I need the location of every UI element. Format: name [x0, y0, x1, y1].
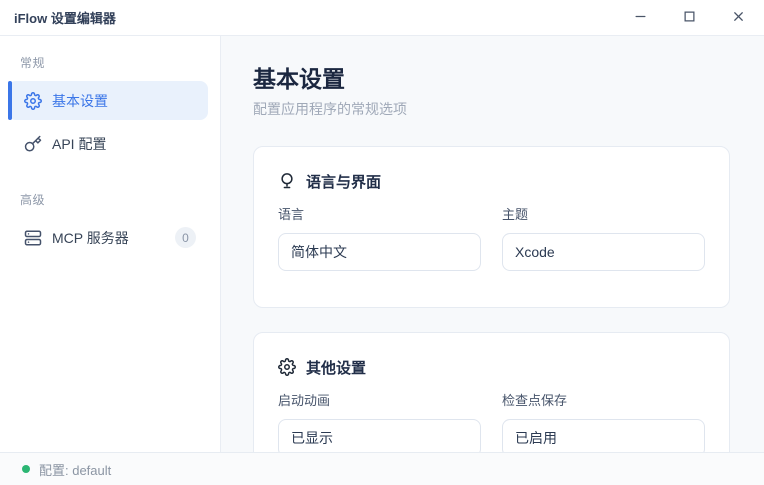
- window-title: iFlow 设置编辑器: [14, 8, 116, 27]
- field-startup-animation: 启动动画 已显示: [278, 393, 481, 452]
- sidebar-item-label: MCP 服务器: [52, 228, 129, 248]
- sidebar-item-label: API 配置: [52, 134, 106, 154]
- mcp-count-badge: 0: [175, 227, 196, 248]
- card-title: 其他设置: [306, 357, 366, 378]
- maximize-icon: [682, 9, 697, 27]
- field-language: 语言 简体中文: [278, 207, 481, 271]
- sidebar-section-general: 常规: [20, 54, 220, 71]
- sidebar-item-basic-settings[interactable]: 基本设置: [8, 81, 208, 120]
- fields-grid: 启动动画 已显示 检查点保存 已启用: [278, 393, 705, 452]
- titlebar: iFlow 设置编辑器: [0, 0, 764, 36]
- card-header: 语言与界面: [278, 171, 705, 191]
- status-dot: [22, 465, 30, 473]
- gear-icon: [278, 358, 296, 376]
- close-icon: [731, 9, 746, 27]
- fields-grid: 语言 简体中文 主题 Xcode: [278, 207, 705, 271]
- close-button[interactable]: [714, 0, 763, 35]
- card-header: 其他设置: [278, 357, 705, 377]
- card-title: 语言与界面: [306, 171, 381, 192]
- window-controls: [616, 0, 764, 35]
- checkpoint-save-select[interactable]: 已启用: [502, 419, 705, 452]
- minimize-button[interactable]: [616, 0, 665, 35]
- sidebar-section-advanced: 高级: [20, 191, 220, 208]
- sidebar: 常规 基本设置 API 配置 高级 MCP 服务器 0: [0, 36, 221, 452]
- key-icon: [24, 135, 42, 153]
- card-language-interface: 语言与界面 语言 简体中文 主题 Xcode: [253, 146, 730, 308]
- config-status-label: 配置: default: [39, 460, 111, 479]
- field-label: 主题: [502, 207, 705, 223]
- sidebar-item-mcp-server[interactable]: MCP 服务器 0: [8, 218, 208, 257]
- startup-animation-select[interactable]: 已显示: [278, 419, 481, 452]
- main-content: 基本设置 配置应用程序的常规选项 语言与界面 语言 简体中文 主题: [221, 36, 764, 452]
- language-select[interactable]: 简体中文: [278, 233, 481, 271]
- field-label: 启动动画: [278, 393, 481, 409]
- theme-select[interactable]: Xcode: [502, 233, 705, 271]
- maximize-button[interactable]: [665, 0, 714, 35]
- app-window: iFlow 设置编辑器 常规: [0, 0, 764, 485]
- page-title: 基本设置: [253, 64, 730, 94]
- app-body: 常规 基本设置 API 配置 高级 MCP 服务器 0: [0, 36, 764, 452]
- gear-icon: [24, 92, 42, 110]
- sidebar-item-api-config[interactable]: API 配置: [8, 124, 208, 163]
- card-other-settings: 其他设置 启动动画 已显示 检查点保存 已启用: [253, 332, 730, 452]
- globe-icon: [278, 172, 296, 190]
- active-indicator-bar: [8, 81, 12, 120]
- page-subtitle: 配置应用程序的常规选项: [253, 100, 730, 118]
- field-checkpoint-save: 检查点保存 已启用: [502, 393, 705, 452]
- field-theme: 主题 Xcode: [502, 207, 705, 271]
- field-label: 语言: [278, 207, 481, 223]
- minimize-icon: [633, 9, 648, 27]
- sidebar-item-label: 基本设置: [52, 91, 108, 111]
- field-label: 检查点保存: [502, 393, 705, 409]
- statusbar: 配置: default: [0, 452, 764, 485]
- server-icon: [24, 229, 42, 247]
